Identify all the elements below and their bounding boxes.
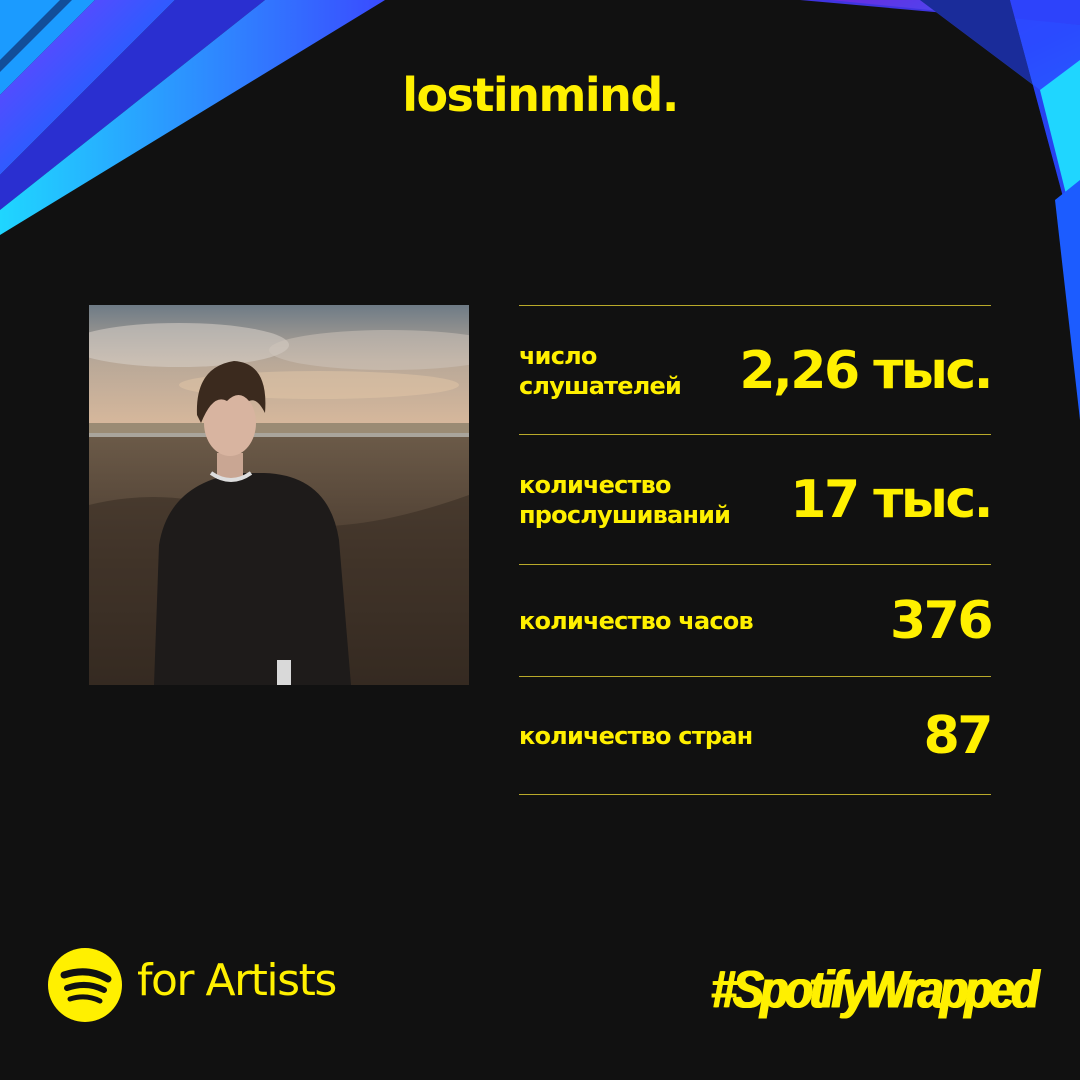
for-artists-label: for Artists	[137, 955, 337, 1006]
stat-value: 87	[923, 706, 994, 766]
stats-bottom-divider	[519, 794, 991, 795]
stat-label: количество часов	[519, 606, 754, 636]
stat-value: 376	[889, 591, 994, 651]
stat-row-hours: количество часов 376	[519, 564, 994, 677]
stat-row-countries: количество стран 87	[519, 676, 994, 795]
stat-value: 17 тыс.	[790, 470, 993, 530]
stat-label-line: число	[519, 341, 597, 370]
stat-row-listeners: число слушателей 2,26 тыс.	[519, 305, 993, 435]
stat-label-line: количество	[519, 471, 672, 499]
stat-label-line: прослушиваний	[519, 501, 731, 529]
stat-label: число слушателей	[519, 341, 682, 401]
artist-name: lostinmind.	[402, 68, 679, 122]
stat-label-line: слушателей	[519, 371, 682, 400]
artist-photo	[89, 305, 469, 685]
stat-value: 2,26 тыс.	[739, 340, 993, 401]
stat-label-line: количество часов	[519, 607, 754, 635]
spotify-wrapped-hashtag: #SpotifyWrapped	[711, 959, 1039, 1019]
stat-label-line: количество стран	[519, 722, 753, 750]
stat-row-streams: количество прослушиваний 17 тыс.	[519, 434, 993, 565]
spotify-logo-icon	[48, 948, 122, 1022]
stat-label: количество стран	[519, 721, 753, 751]
artist-portrait	[89, 305, 469, 685]
stat-label: количество прослушиваний	[519, 470, 731, 530]
